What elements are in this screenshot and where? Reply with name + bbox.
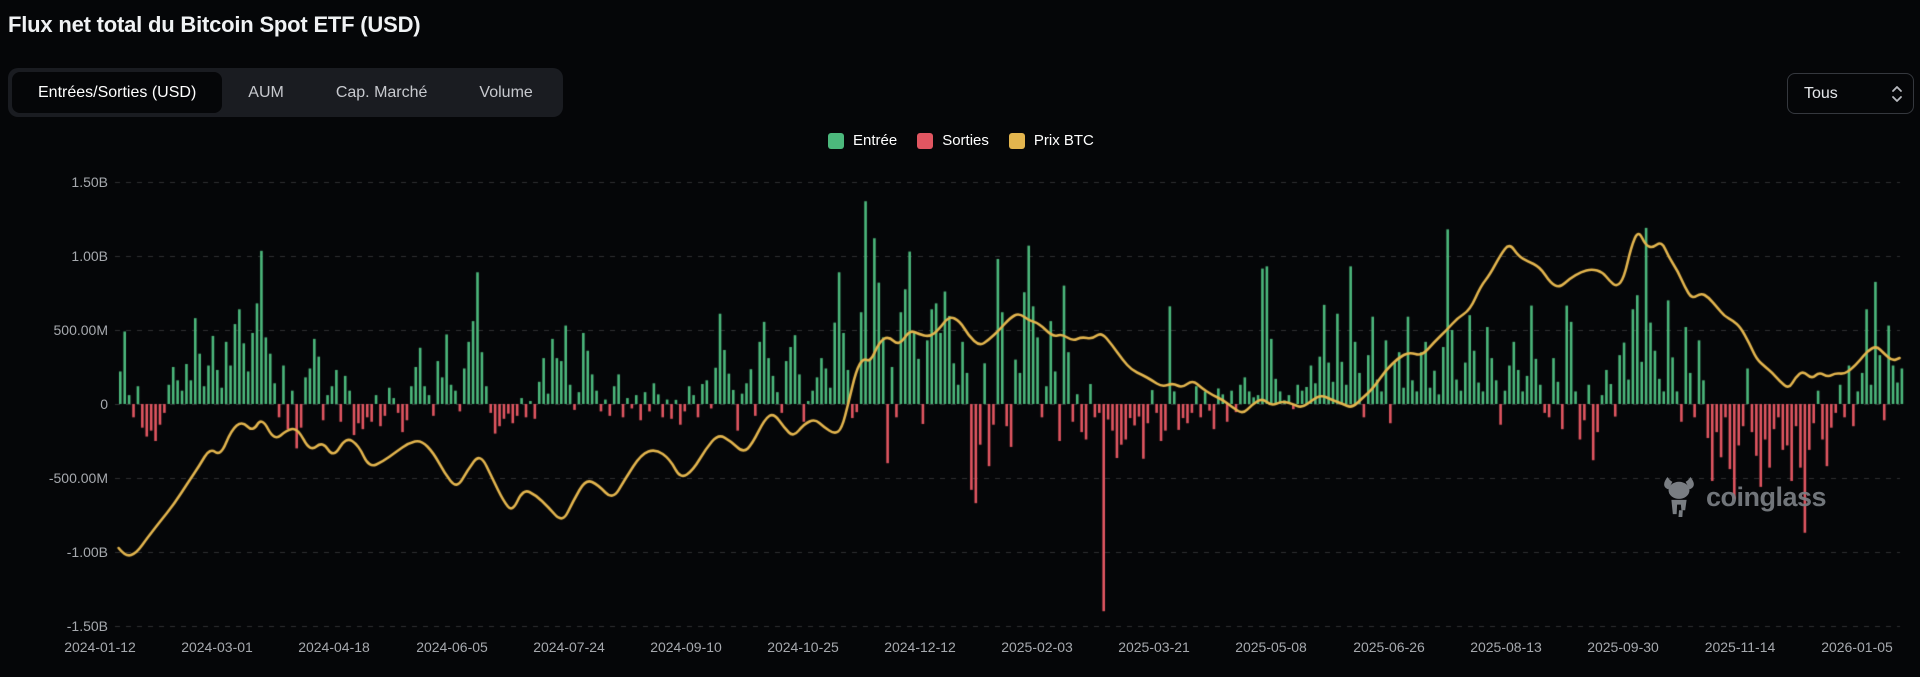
coinglass-bull-icon: [1660, 476, 1698, 518]
legend-label: Prix BTC: [1034, 132, 1094, 149]
x-tick-label: 2025-11-14: [1680, 637, 1800, 657]
x-tick-label: 2025-09-30: [1563, 637, 1683, 657]
x-tick-label: 2024-09-10: [626, 637, 746, 657]
x-tick-label: 2024-10-25: [743, 637, 863, 657]
y-tick-label: -500.00M: [8, 468, 108, 488]
y-tick-label: 1.00B: [8, 246, 108, 266]
legend-item-entree[interactable]: Entrée: [828, 132, 897, 149]
etf-flow-dashboard: Flux net total du Bitcoin Spot ETF (USD)…: [0, 0, 1920, 677]
x-tick-label: 2025-03-21: [1094, 637, 1214, 657]
tab-entrees-sorties-usd[interactable]: Entrées/Sorties (USD): [12, 72, 222, 113]
y-tick-label: 1.50B: [8, 172, 108, 192]
legend-item-prix-btc[interactable]: Prix BTC: [1009, 132, 1094, 149]
chevron-up-down-icon: [1891, 84, 1903, 104]
y-tick-label: -1.00B: [8, 542, 108, 562]
x-tick-label: 2026-01-05: [1797, 637, 1917, 657]
chart-tabbar: Entrées/Sorties (USD) AUM Cap. Marché Vo…: [8, 68, 563, 117]
legend-item-sorties[interactable]: Sorties: [917, 132, 989, 149]
inflow-swatch-icon: [828, 133, 844, 149]
legend-label: Entrée: [853, 132, 897, 149]
legend-label: Sorties: [942, 132, 989, 149]
coinglass-watermark: coinglass: [1660, 476, 1826, 518]
x-tick-label: 2024-01-12: [40, 637, 160, 657]
x-tick-label: 2024-06-05: [392, 637, 512, 657]
y-tick-label: -1.50B: [8, 616, 108, 636]
tab-aum[interactable]: AUM: [222, 72, 310, 113]
y-tick-label: 0: [8, 394, 108, 414]
x-tick-label: 2025-02-03: [977, 637, 1097, 657]
x-tick-label: 2024-03-01: [157, 637, 277, 657]
x-tick-label: 2024-04-18: [274, 637, 394, 657]
watermark-brand: coinglass: [1706, 482, 1826, 513]
tab-cap-marche[interactable]: Cap. Marché: [310, 72, 454, 113]
x-tick-label: 2025-05-08: [1211, 637, 1331, 657]
x-tick-label: 2024-12-12: [860, 637, 980, 657]
price-swatch-icon: [1009, 133, 1025, 149]
time-range-value: Tous: [1804, 85, 1838, 103]
tab-volume[interactable]: Volume: [453, 72, 558, 113]
outflow-swatch-icon: [917, 133, 933, 149]
chart-legend: Entrée Sorties Prix BTC: [828, 132, 1094, 149]
time-range-select[interactable]: Tous: [1787, 73, 1914, 114]
x-tick-label: 2025-06-26: [1329, 637, 1449, 657]
y-tick-label: 500.00M: [8, 320, 108, 340]
x-tick-label: 2024-07-24: [509, 637, 629, 657]
page-title: Flux net total du Bitcoin Spot ETF (USD): [8, 12, 420, 38]
x-tick-label: 2025-08-13: [1446, 637, 1566, 657]
